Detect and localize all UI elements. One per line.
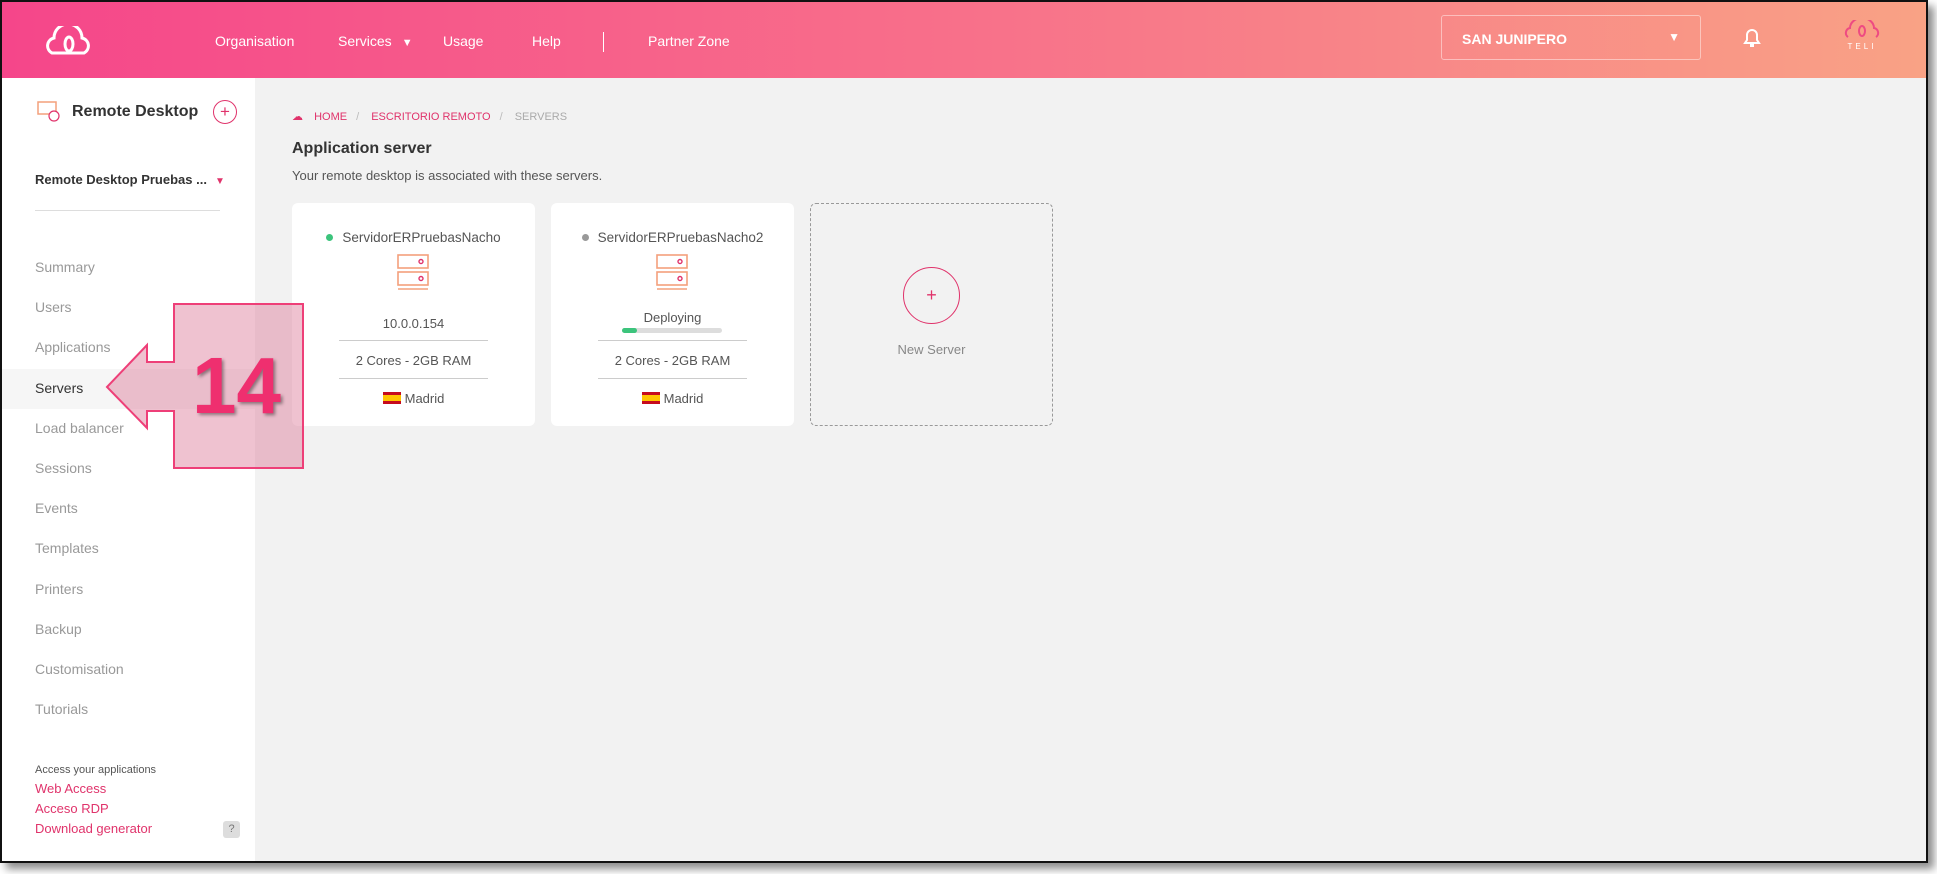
organisation-select[interactable]: SAN JUNIPERO ▼ bbox=[1441, 15, 1701, 60]
new-server-label: New Server bbox=[897, 342, 966, 357]
server-name: ServidorERPruebasNacho bbox=[292, 230, 535, 245]
breadcrumb: ☁ HOME / ESCRITORIO REMOTO / SERVERS bbox=[292, 111, 568, 123]
server-card[interactable]: ServidorERPruebasNacho 10.0.0.154 2 Core… bbox=[292, 203, 535, 426]
brand-logo: TELI bbox=[1842, 17, 1882, 51]
server-name-label: ServidorERPruebasNacho2 bbox=[597, 230, 764, 245]
top-header: Organisation Services ▼ Usage Help Partne… bbox=[2, 2, 1926, 78]
brand-text: TELI bbox=[1847, 42, 1877, 51]
server-name-label: ServidorERPruebasNacho bbox=[342, 230, 501, 245]
server-icon bbox=[656, 254, 688, 290]
bell-icon[interactable] bbox=[1743, 28, 1761, 48]
deploy-progress-bar bbox=[622, 328, 722, 333]
chevron-down-icon: ▼ bbox=[214, 176, 225, 187]
home-cloud-icon: ☁ bbox=[292, 111, 303, 123]
help-icon[interactable]: ? bbox=[223, 821, 240, 838]
remote-desktop-icon bbox=[37, 101, 60, 122]
server-status: Deploying bbox=[643, 310, 702, 325]
nav-usage[interactable]: Usage bbox=[443, 33, 483, 49]
main-content: ☁ HOME / ESCRITORIO REMOTO / SERVERS Appli… bbox=[255, 78, 1926, 861]
spain-flag-icon bbox=[641, 392, 660, 404]
sidebar-title: Remote Desktop bbox=[72, 103, 199, 120]
server-specs: 2 Cores - 2GB RAM bbox=[614, 353, 731, 368]
nav-divider bbox=[603, 32, 604, 52]
divider bbox=[339, 378, 488, 379]
spain-flag-icon bbox=[382, 392, 401, 404]
server-card[interactable]: ServidorERPruebasNacho2 Deploying 2 Core… bbox=[551, 203, 794, 426]
access-label: Access your applications bbox=[35, 764, 157, 776]
page-title: Application server bbox=[292, 140, 432, 157]
selector-value: Remote Desktop Pruebas ... bbox=[35, 172, 207, 187]
deploy-progress-fill bbox=[622, 328, 637, 333]
divider bbox=[598, 340, 747, 341]
status-dot bbox=[326, 234, 334, 241]
breadcrumb-escritorio-remoto[interactable]: ESCRITORIO REMOTO bbox=[371, 111, 490, 123]
nav-services-label: Services bbox=[338, 33, 392, 49]
cloud-brand-icon bbox=[1844, 17, 1880, 38]
new-server-card[interactable]: + New Server bbox=[810, 203, 1053, 426]
download-generator-link[interactable]: Download generator bbox=[35, 821, 152, 836]
server-specs: 2 Cores - 2GB RAM bbox=[355, 353, 472, 368]
status-dot bbox=[581, 234, 589, 241]
remote-desktop-selector[interactable]: Remote Desktop Pruebas ... ▼ bbox=[35, 172, 225, 187]
location-label: Madrid bbox=[404, 391, 445, 406]
web-access-link[interactable]: Web Access bbox=[35, 781, 106, 796]
sidebar-item-backup[interactable]: Backup bbox=[2, 610, 255, 650]
sidebar-item-customisation[interactable]: Customisation bbox=[2, 650, 255, 690]
location-label: Madrid bbox=[663, 391, 704, 406]
add-remote-desktop-button[interactable]: + bbox=[213, 100, 237, 124]
server-location: Madrid bbox=[292, 391, 535, 406]
divider bbox=[339, 340, 488, 341]
sidebar-item-tutorials[interactable]: Tutorials bbox=[2, 690, 255, 730]
page-description: Your remote desktop is associated with t… bbox=[292, 168, 603, 183]
sidebar-item-templates[interactable]: Templates bbox=[2, 529, 255, 569]
sidebar-item-printers[interactable]: Printers bbox=[2, 570, 255, 610]
server-name: ServidorERPruebasNacho2 bbox=[551, 230, 794, 245]
server-ip: 10.0.0.154 bbox=[382, 316, 445, 331]
nav-partner-zone[interactable]: Partner Zone bbox=[648, 33, 730, 49]
nav-organisation[interactable]: Organisation bbox=[215, 33, 294, 49]
breadcrumb-home[interactable]: HOME bbox=[314, 111, 347, 123]
server-icon bbox=[397, 254, 429, 290]
cloud-logo-icon[interactable] bbox=[42, 26, 96, 56]
chevron-down-icon: ▼ bbox=[1668, 30, 1680, 44]
server-location: Madrid bbox=[551, 391, 794, 406]
nav-help[interactable]: Help bbox=[532, 33, 561, 49]
breadcrumb-servers: SERVERS bbox=[514, 111, 568, 123]
sidebar-item-summary[interactable]: Summary bbox=[2, 248, 255, 288]
callout-number: 14 bbox=[192, 341, 281, 430]
nav-services[interactable]: Services ▼ bbox=[338, 33, 413, 49]
acceso-rdp-link[interactable]: Acceso RDP bbox=[35, 801, 109, 816]
organisation-value: SAN JUNIPERO bbox=[1462, 31, 1568, 47]
add-server-icon[interactable]: + bbox=[903, 267, 960, 324]
sidebar-divider bbox=[35, 210, 220, 211]
divider bbox=[598, 378, 747, 379]
app-window: Organisation Services ▼ Usage Help Partne… bbox=[0, 0, 1928, 863]
sidebar-item-events[interactable]: Events bbox=[2, 489, 255, 529]
chevron-down-icon: ▼ bbox=[401, 37, 413, 49]
